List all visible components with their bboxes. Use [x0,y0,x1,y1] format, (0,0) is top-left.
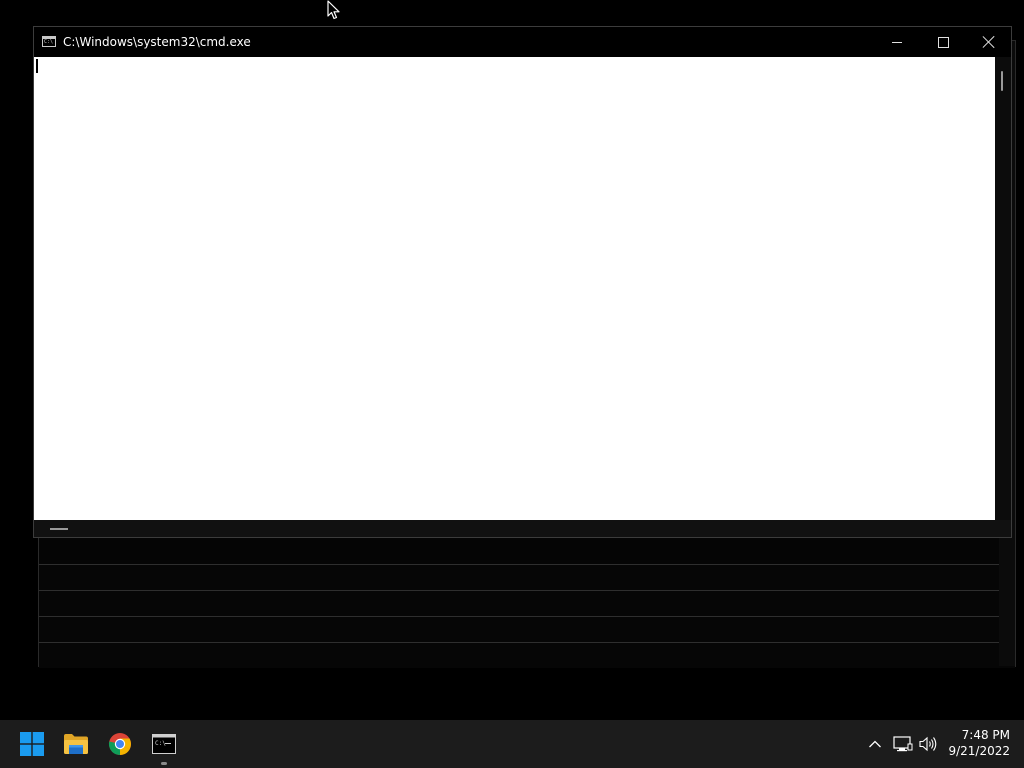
background-window-row [39,642,1015,668]
network-icon [893,736,913,752]
clock-date: 9/21/2022 [948,744,1010,758]
console-output-area[interactable] [34,57,995,520]
horizontal-scroll-thumb[interactable] [50,528,68,530]
cmd-icon [42,36,56,47]
close-button[interactable] [966,27,1012,57]
text-cursor [36,59,38,73]
vertical-scrollbar[interactable] [995,57,1011,520]
background-window-row [39,616,1015,642]
svg-text:C:\: C:\ [155,740,166,747]
background-window-row [39,590,1015,616]
show-hidden-icons-button[interactable] [864,732,886,756]
network-button[interactable] [892,732,914,756]
volume-icon [919,736,937,752]
minimize-icon [892,41,902,43]
desktop: C:\Windows\system32\cmd.exe [0,0,1024,720]
volume-button[interactable] [917,732,939,756]
window-title: C:\Windows\system32\cmd.exe [63,35,251,49]
vertical-scroll-thumb[interactable] [1001,71,1003,91]
running-indicator [161,762,167,765]
folder-icon [64,734,88,754]
clock-time: 7:48 PM [961,728,1010,742]
minimize-button[interactable] [874,27,920,57]
title-bar[interactable]: C:\Windows\system32\cmd.exe [34,27,1011,57]
taskbar: C:\ 7:48 PM 9/21/2022 [0,720,1024,768]
close-icon [982,35,996,49]
horizontal-scrollbar[interactable] [34,520,1011,537]
clock[interactable]: 7:48 PM 9/21/2022 [944,727,1010,759]
mouse-pointer-icon [327,0,340,20]
cmd-taskbar-button[interactable]: C:\ [148,728,180,765]
cmd-window[interactable]: C:\Windows\system32\cmd.exe [33,26,1012,538]
chrome-icon [108,733,131,755]
start-button[interactable] [16,728,48,760]
chrome-button[interactable] [104,728,136,760]
windows-logo-icon [20,732,44,756]
cmd-icon: C:\ [152,734,176,754]
chevron-up-icon [869,740,881,748]
file-explorer-button[interactable] [60,728,92,760]
maximize-icon [937,36,949,48]
maximize-button[interactable] [920,27,966,57]
background-window-row [39,564,1015,590]
